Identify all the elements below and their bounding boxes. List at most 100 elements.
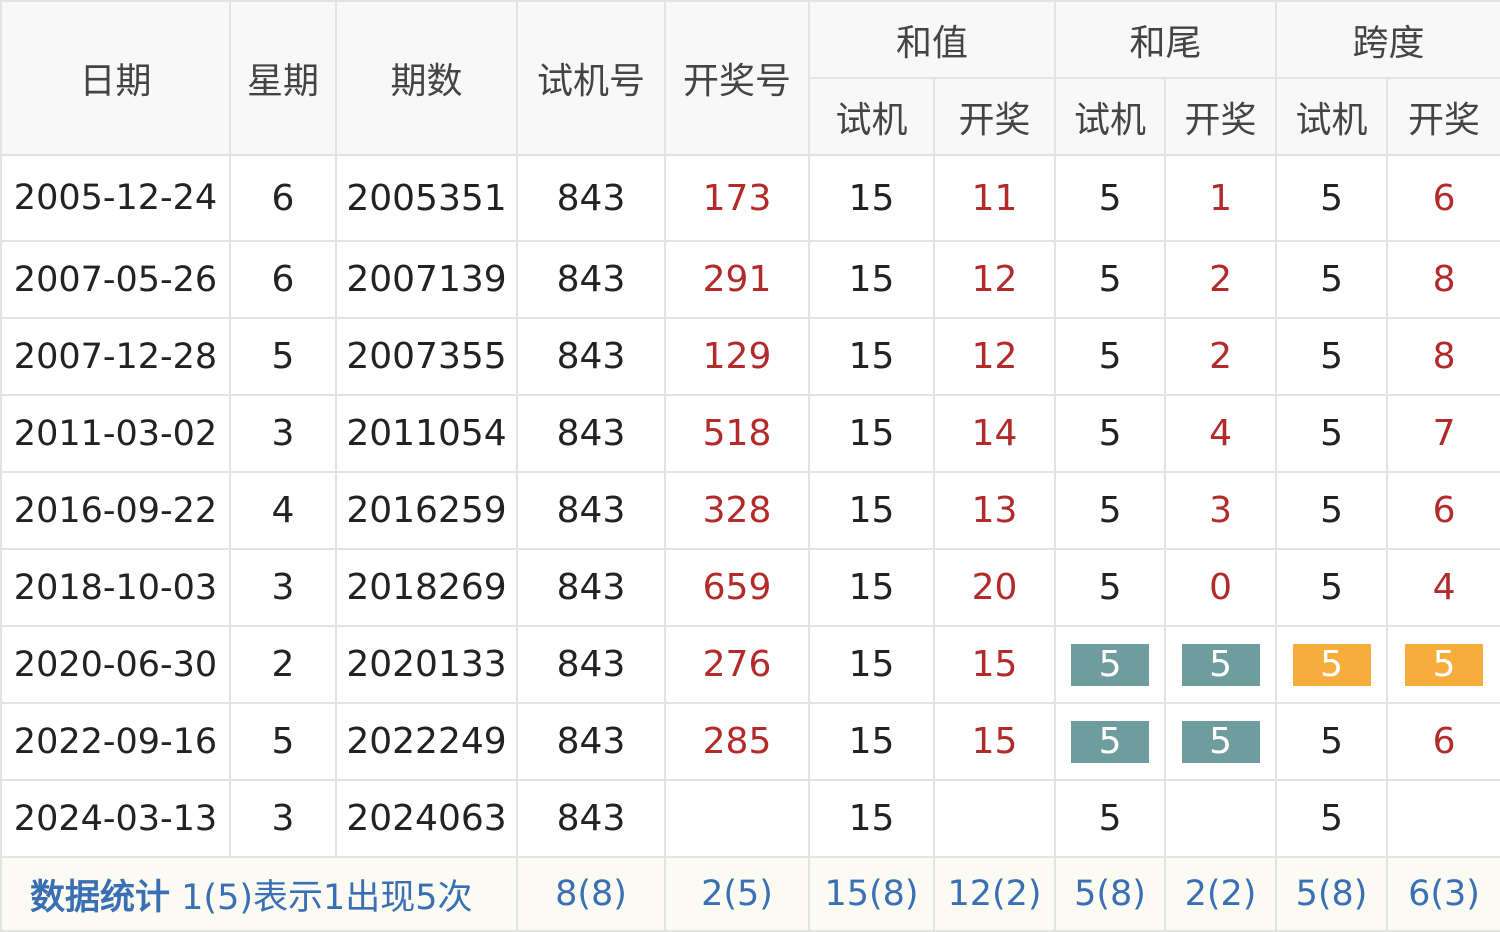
cell-span-draw: 6 [1386, 702, 1500, 781]
cell-weekday: 6 [229, 154, 337, 242]
subheader-tail-trial: 试机 [1054, 77, 1167, 156]
cell-tail-draw [1164, 779, 1278, 858]
cell-draw: 518 [664, 394, 810, 473]
header-sum-tail: 和尾 [1054, 0, 1278, 79]
header-sum: 和值 [807, 0, 1057, 79]
header-trial-number: 试机号 [516, 0, 666, 156]
stat-draw: 2(5) [664, 856, 810, 932]
table-row: 2024-03-13 3 2024063 843 15 5 5 [0, 779, 1500, 858]
cell-sum-trial: 15 [808, 317, 935, 396]
table-row: 2007-12-28 5 2007355 843 129 15 12 5 2 5… [0, 317, 1500, 396]
cell-span-trial: 5 [1275, 154, 1389, 242]
table-row: 2011-03-02 3 2011054 843 518 15 14 5 4 5… [0, 394, 1500, 473]
cell-trial: 843 [516, 317, 666, 396]
cell-sum-draw: 12 [932, 317, 1057, 396]
cell-tail-trial: 5 [1054, 702, 1167, 781]
cell-sum-trial: 15 [808, 240, 935, 319]
cell-sum-trial: 15 [808, 394, 935, 473]
cell-span-draw: 6 [1386, 471, 1500, 550]
cell-trial: 843 [516, 240, 666, 319]
cell-tail-trial: 5 [1054, 471, 1167, 550]
cell-issue: 2022249 [335, 702, 518, 781]
cell-date: 2007-05-26 [0, 240, 231, 319]
cell-issue: 2007355 [335, 317, 518, 396]
cell-date: 2018-10-03 [0, 548, 231, 627]
cell-trial: 843 [516, 625, 666, 704]
cell-tail-trial: 5 [1054, 548, 1167, 627]
cell-tail-draw: 0 [1164, 548, 1278, 627]
stats-row: 数据统计 1(5)表示1出现5次 8(8) 2(5) 15(8) 12(2) 5… [0, 856, 1500, 932]
cell-date: 2016-09-22 [0, 471, 231, 550]
cell-draw: 659 [664, 548, 810, 627]
cell-tail-draw: 2 [1164, 240, 1278, 319]
cell-trial: 843 [516, 471, 666, 550]
lottery-history-table: 日期 星期 期数 试机号 开奖号 和值 和尾 跨度 试机 开奖 试机 开奖 试机… [0, 0, 1500, 932]
cell-sum-draw: 14 [932, 394, 1057, 473]
table-row: 2018-10-03 3 2018269 843 659 15 20 5 0 5… [0, 548, 1500, 627]
stats-label: 数据统计 [30, 877, 171, 918]
cell-issue: 2020133 [335, 625, 518, 704]
table-row: 2020-06-30 2 2020133 843 276 15 15 5 5 5… [0, 625, 1500, 704]
subheader-sum-trial: 试机 [808, 77, 935, 156]
cell-sum-draw: 15 [932, 625, 1057, 704]
cell-weekday: 3 [229, 779, 337, 858]
header-draw-number: 开奖号 [664, 0, 810, 156]
header-span: 跨度 [1275, 0, 1500, 79]
cell-sum-trial: 15 [808, 702, 935, 781]
table-row: 2005-12-24 6 2005351 843 173 15 11 5 1 5… [0, 154, 1500, 242]
header-issue: 期数 [335, 0, 518, 156]
stat-tail-draw: 2(2) [1164, 856, 1278, 932]
cell-weekday: 3 [229, 394, 337, 473]
cell-sum-trial: 15 [808, 548, 935, 627]
cell-trial: 843 [516, 779, 666, 858]
cell-span-draw [1386, 779, 1500, 858]
cell-span-draw: 8 [1386, 240, 1500, 319]
cell-trial: 843 [516, 702, 666, 781]
cell-sum-draw [932, 779, 1057, 858]
subheader-sum-draw: 开奖 [932, 77, 1057, 156]
cell-draw: 129 [664, 317, 810, 396]
cell-draw: 291 [664, 240, 810, 319]
stats-label-cell: 数据统计 1(5)表示1出现5次 [0, 856, 518, 932]
stat-trial: 8(8) [516, 856, 666, 932]
cell-sum-draw: 13 [932, 471, 1057, 550]
subheader-span-trial: 试机 [1275, 77, 1389, 156]
cell-weekday: 5 [229, 702, 337, 781]
cell-tail-trial: 5 [1054, 394, 1167, 473]
cell-span-trial: 5 [1275, 548, 1389, 627]
cell-date: 2011-03-02 [0, 394, 231, 473]
cell-tail-draw: 5 [1164, 702, 1278, 781]
table-row: 2022-09-16 5 2022249 843 285 15 15 5 5 5… [0, 702, 1500, 781]
cell-tail-draw: 2 [1164, 317, 1278, 396]
cell-sum-draw: 11 [932, 154, 1057, 242]
cell-sum-trial: 15 [808, 154, 935, 242]
cell-span-trial: 5 [1275, 317, 1389, 396]
cell-issue: 2024063 [335, 779, 518, 858]
cell-tail-draw: 3 [1164, 471, 1278, 550]
cell-issue: 2018269 [335, 548, 518, 627]
subheader-span-draw: 开奖 [1386, 77, 1500, 156]
highlighted-value: 5 [1181, 720, 1260, 763]
header-date: 日期 [0, 0, 231, 156]
cell-tail-trial: 5 [1054, 240, 1167, 319]
stat-sum-draw: 12(2) [932, 856, 1057, 932]
cell-weekday: 3 [229, 548, 337, 627]
cell-date: 2020-06-30 [0, 625, 231, 704]
cell-issue: 2011054 [335, 394, 518, 473]
cell-weekday: 2 [229, 625, 337, 704]
cell-tail-draw: 4 [1164, 394, 1278, 473]
cell-trial: 843 [516, 394, 666, 473]
cell-date: 2024-03-13 [0, 779, 231, 858]
cell-span-trial: 5 [1275, 471, 1389, 550]
cell-weekday: 6 [229, 240, 337, 319]
cell-issue: 2005351 [335, 154, 518, 242]
cell-tail-trial: 5 [1054, 779, 1167, 858]
cell-issue: 2016259 [335, 471, 518, 550]
cell-span-draw: 6 [1386, 154, 1500, 242]
cell-span-trial: 5 [1275, 240, 1389, 319]
cell-span-draw: 4 [1386, 548, 1500, 627]
cell-weekday: 4 [229, 471, 337, 550]
cell-draw: 173 [664, 154, 810, 242]
cell-span-trial: 5 [1275, 394, 1389, 473]
highlighted-value: 5 [1071, 720, 1150, 763]
